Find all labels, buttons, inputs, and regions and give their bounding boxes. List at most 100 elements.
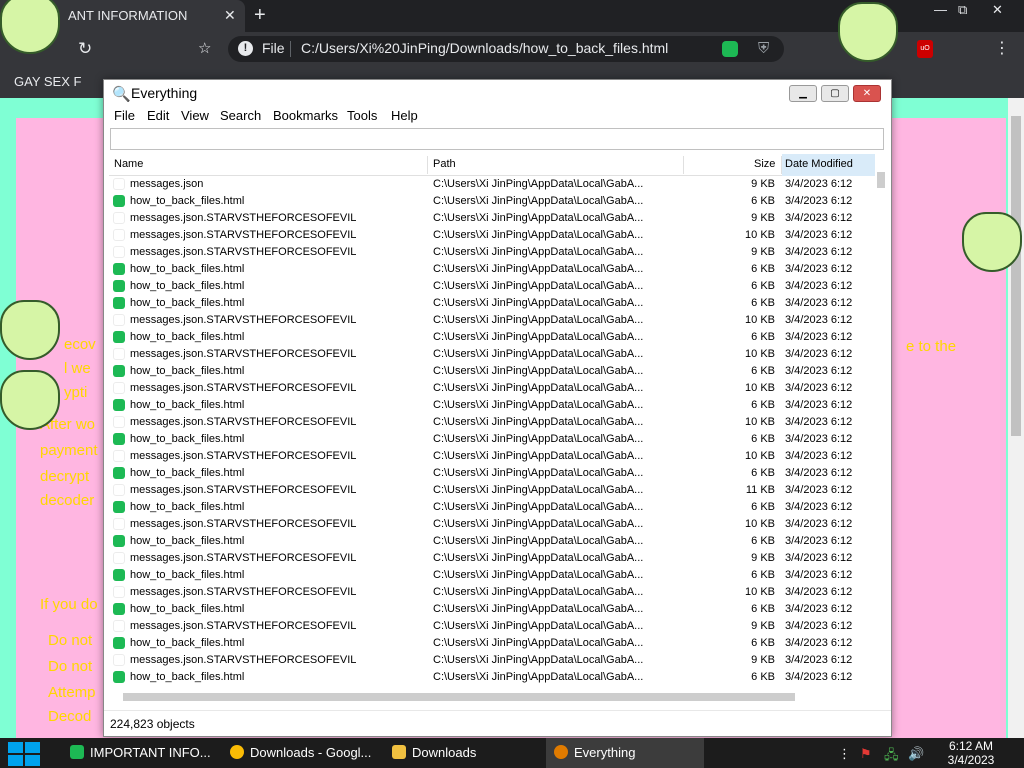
- table-row[interactable]: how_to_back_files.html C:\Users\Xi JinPin…: [109, 193, 875, 210]
- page-scrollbar[interactable]: [1008, 98, 1024, 738]
- table-row[interactable]: messages.json.STARVSTHEFORCESOFEVIL C:\Us…: [109, 652, 875, 669]
- table-row[interactable]: messages.json.STARVSTHEFORCESOFEVIL C:\Us…: [109, 516, 875, 533]
- file-path-cell: C:\Users\Xi JinPing\AppData\Local\GabA..…: [433, 280, 644, 292]
- menu-bookmarks[interactable]: Bookmarks: [273, 108, 338, 123]
- network-icon[interactable]: 🖧: [884, 746, 899, 768]
- table-row[interactable]: messages.json.STARVSTHEFORCESOFEVIL C:\Us…: [109, 227, 875, 244]
- volume-icon[interactable]: 🔊: [908, 746, 924, 762]
- file-size-cell: 10 KB: [745, 348, 775, 360]
- green-doc-icon: [70, 745, 84, 759]
- more-icon[interactable]: ⋮: [838, 746, 851, 762]
- html-file-icon: [113, 603, 125, 615]
- taskbar-item-important-info[interactable]: IMPORTANT INFO...: [62, 738, 218, 768]
- taskbar-item-chrome[interactable]: Downloads - Googl...: [222, 738, 380, 768]
- table-row[interactable]: messages.json.STARVSTHEFORCESOFEVIL C:\Us…: [109, 380, 875, 397]
- search-input[interactable]: [110, 128, 884, 150]
- table-row[interactable]: messages.json.STARVSTHEFORCESOFEVIL C:\Us…: [109, 482, 875, 499]
- gem-character-image: [962, 212, 1022, 272]
- windows-logo-icon: [8, 742, 23, 753]
- taskbar-item-everything[interactable]: Everything: [546, 738, 704, 768]
- file-path-cell: C:\Users\Xi JinPing\AppData\Local\GabA..…: [433, 586, 644, 598]
- table-row[interactable]: how_to_back_files.html C:\Users\Xi JinPin…: [109, 295, 875, 312]
- column-divider[interactable]: [427, 156, 428, 174]
- reload-icon[interactable]: ↻: [78, 39, 92, 59]
- table-row[interactable]: messages.json.STARVSTHEFORCESOFEVIL C:\Us…: [109, 312, 875, 329]
- menu-file[interactable]: File: [114, 108, 135, 123]
- vertical-scroll-thumb[interactable]: [877, 172, 885, 188]
- table-row[interactable]: how_to_back_files.html C:\Users\Xi JinPin…: [109, 669, 875, 686]
- table-row[interactable]: how_to_back_files.html C:\Users\Xi JinPin…: [109, 499, 875, 516]
- file-path-cell: C:\Users\Xi JinPing\AppData\Local\GabA..…: [433, 637, 644, 649]
- table-row[interactable]: messages.json.STARVSTHEFORCESOFEVIL C:\Us…: [109, 244, 875, 261]
- info-icon[interactable]: !: [238, 41, 253, 56]
- table-row[interactable]: messages.json.STARVSTHEFORCESOFEVIL C:\Us…: [109, 414, 875, 431]
- clock[interactable]: 6:12 AM 3/4/2023: [938, 739, 1004, 767]
- table-row[interactable]: how_to_back_files.html C:\Users\Xi JinPin…: [109, 465, 875, 482]
- page-text: Do not: [48, 632, 93, 649]
- url-text[interactable]: C:/Users/Xi%20JinPing/Downloads/how_to_b…: [301, 40, 668, 56]
- table-row[interactable]: how_to_back_files.html C:\Users\Xi JinPin…: [109, 533, 875, 550]
- file-size-cell: 9 KB: [751, 654, 775, 666]
- window-close-button[interactable]: ✕: [992, 2, 1003, 18]
- window-maximize-button[interactable]: ⧉: [958, 2, 967, 18]
- horizontal-scrollbar[interactable]: [109, 690, 875, 703]
- table-row[interactable]: messages.json.STARVSTHEFORCESOFEVIL C:\Us…: [109, 210, 875, 227]
- table-row[interactable]: messages.json.STARVSTHEFORCESOFEVIL C:\Us…: [109, 448, 875, 465]
- page-scroll-thumb[interactable]: [1011, 116, 1021, 436]
- column-path-header[interactable]: Path: [433, 158, 456, 170]
- file-name-cell: messages.json.STARVSTHEFORCESOFEVIL: [130, 484, 357, 496]
- table-row[interactable]: how_to_back_files.html C:\Users\Xi JinPin…: [109, 261, 875, 278]
- table-row[interactable]: how_to_back_files.html C:\Users\Xi JinPin…: [109, 601, 875, 618]
- window-minimize-button[interactable]: —: [934, 2, 947, 17]
- menu-help[interactable]: Help: [391, 108, 418, 123]
- menu-view[interactable]: View: [181, 108, 209, 123]
- table-row[interactable]: how_to_back_files.html C:\Users\Xi JinPin…: [109, 567, 875, 584]
- file-name-cell: how_to_back_files.html: [130, 535, 245, 547]
- horizontal-scroll-thumb[interactable]: [123, 693, 795, 701]
- address-bar[interactable]: ! File C:/Users/Xi%20JinPing/Downloads/h…: [228, 36, 784, 62]
- table-row[interactable]: messages.json C:\Users\Xi JinPing\AppData…: [109, 176, 875, 193]
- browser-menu-icon[interactable]: ⋮: [994, 38, 1010, 58]
- new-tab-button[interactable]: +: [254, 4, 266, 27]
- file-name-cell: messages.json.STARVSTHEFORCESOFEVIL: [130, 416, 357, 428]
- tab-close-icon[interactable]: ✕: [224, 7, 236, 24]
- taskbar-item-downloads[interactable]: Downloads: [384, 738, 542, 768]
- column-divider[interactable]: [781, 156, 782, 174]
- column-size-header[interactable]: Size: [754, 158, 775, 170]
- date-modified-cell: 3/4/2023 6:12: [785, 280, 853, 292]
- table-row[interactable]: messages.json.STARVSTHEFORCESOFEVIL C:\Us…: [109, 618, 875, 635]
- table-row[interactable]: how_to_back_files.html C:\Users\Xi JinPin…: [109, 635, 875, 652]
- bookmark-item[interactable]: GAY SEX F: [14, 74, 81, 89]
- file-name-cell: messages.json.STARVSTHEFORCESOFEVIL: [130, 450, 357, 462]
- start-button[interactable]: [8, 742, 42, 766]
- table-row[interactable]: how_to_back_files.html C:\Users\Xi JinPin…: [109, 278, 875, 295]
- ublock-icon[interactable]: uO: [917, 40, 933, 58]
- table-row[interactable]: how_to_back_files.html C:\Users\Xi JinPin…: [109, 363, 875, 380]
- column-divider[interactable]: [683, 156, 684, 174]
- file-path-cell: C:\Users\Xi JinPing\AppData\Local\GabA..…: [433, 535, 644, 547]
- window-titlebar[interactable]: 🔍 Everything ▁ ▢ ✕: [104, 80, 891, 106]
- bookmark-star-icon[interactable]: ☆: [198, 39, 211, 57]
- file-size-cell: 10 KB: [745, 586, 775, 598]
- date-modified-cell: 3/4/2023 6:12: [785, 297, 853, 309]
- menu-edit[interactable]: Edit: [147, 108, 169, 123]
- vertical-scrollbar[interactable]: [875, 156, 888, 688]
- table-row[interactable]: how_to_back_files.html C:\Users\Xi JinPin…: [109, 397, 875, 414]
- extension-green-icon[interactable]: [722, 41, 738, 57]
- column-name-header[interactable]: Name: [114, 158, 143, 170]
- shield-icon[interactable]: ⛨: [758, 40, 769, 57]
- table-row[interactable]: how_to_back_files.html C:\Users\Xi JinPin…: [109, 431, 875, 448]
- table-row[interactable]: messages.json.STARVSTHEFORCESOFEVIL C:\Us…: [109, 584, 875, 601]
- menu-tools[interactable]: Tools: [347, 108, 377, 123]
- table-row[interactable]: how_to_back_files.html C:\Users\Xi JinPin…: [109, 329, 875, 346]
- file-icon: [113, 620, 125, 632]
- flag-icon[interactable]: ⚑: [860, 746, 872, 762]
- file-list[interactable]: messages.json C:\Users\Xi JinPing\AppData…: [109, 176, 875, 688]
- maximize-button[interactable]: ▢: [821, 85, 849, 102]
- table-row[interactable]: messages.json.STARVSTHEFORCESOFEVIL C:\Us…: [109, 346, 875, 363]
- menu-search[interactable]: Search: [220, 108, 261, 123]
- table-row[interactable]: messages.json.STARVSTHEFORCESOFEVIL C:\Us…: [109, 550, 875, 567]
- close-button[interactable]: ✕: [853, 85, 881, 102]
- column-date-header[interactable]: Date Modified: [785, 158, 853, 170]
- minimize-button[interactable]: ▁: [789, 85, 817, 102]
